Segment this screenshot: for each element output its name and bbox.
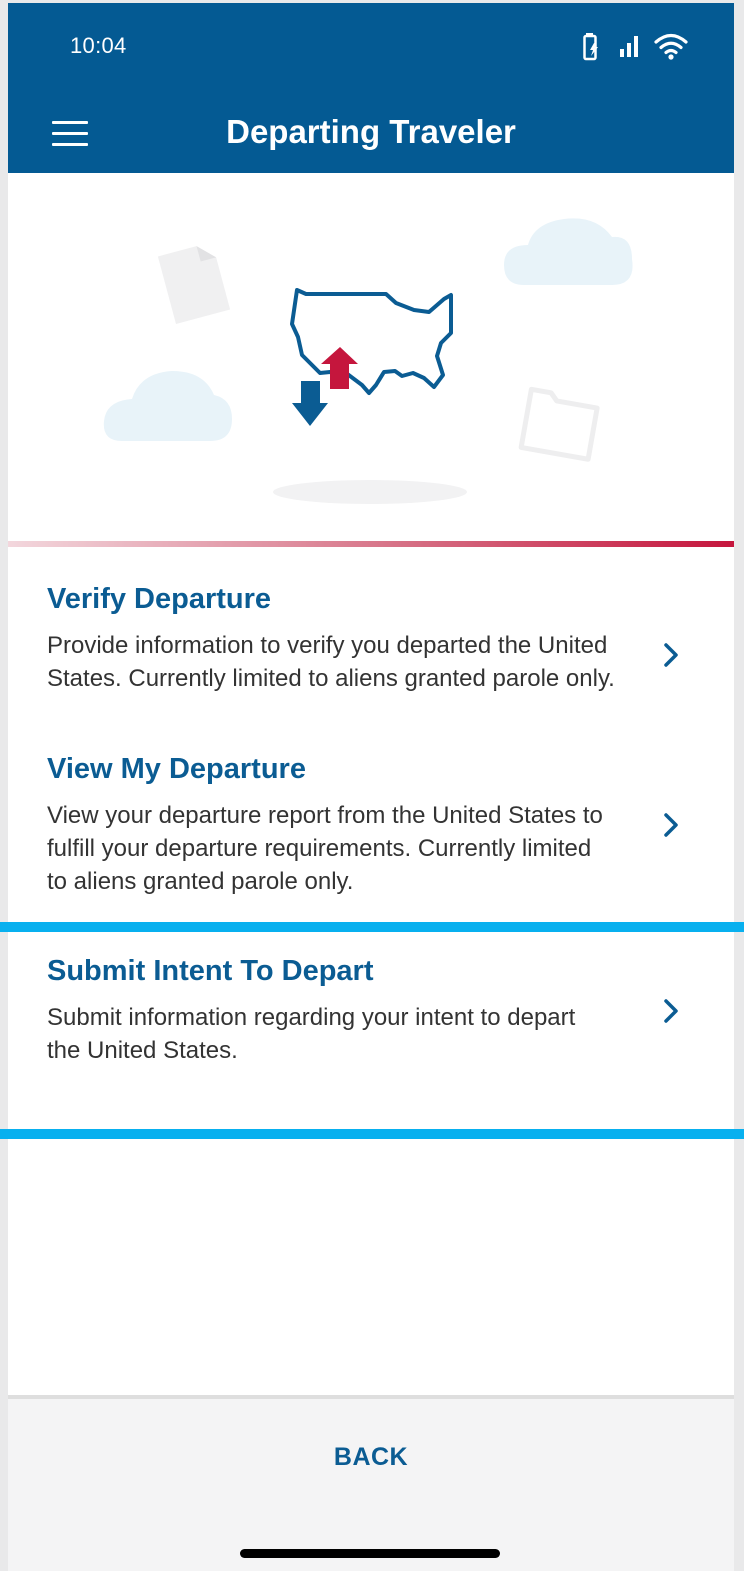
view-my-departure-description: View your departure report from the Unit…: [47, 802, 603, 895]
home-indicator[interactable]: [240, 1549, 500, 1558]
app-bar: Departing Traveler: [8, 91, 734, 173]
hero-illustration: [8, 173, 734, 543]
folder-icon: [518, 386, 600, 462]
app-screen: 10:04 Departing Traveler Verify Departur…: [8, 3, 734, 1571]
highlight-bar-top: [0, 922, 744, 932]
status-bar: 10:04: [8, 3, 734, 91]
submit-intent-description: Submit information regarding your intent…: [47, 1004, 576, 1064]
cloud-icon: [103, 371, 233, 441]
cellular-signal-icon: [620, 36, 638, 57]
back-button[interactable]: BACK: [308, 1435, 434, 1479]
chevron-right-icon: [664, 643, 678, 667]
chevron-right-icon: [664, 999, 678, 1023]
shadow-ellipse: [273, 480, 467, 504]
status-time: 10:04: [70, 33, 127, 58]
battery-charging-icon: [583, 33, 598, 61]
verify-departure-description: Provide information to verify you depart…: [47, 632, 615, 692]
highlight-bar-bottom: [0, 1129, 744, 1139]
view-my-departure-item[interactable]: View My Departure View your departure re…: [8, 751, 734, 901]
footer-bar: BACK: [8, 1399, 734, 1571]
view-my-departure-title: View My Departure: [47, 753, 306, 785]
us-map-icon: [290, 288, 453, 395]
document-icon: [157, 246, 231, 325]
page-title: Departing Traveler: [226, 113, 516, 150]
cloud-icon: [504, 218, 633, 285]
verify-departure-title: Verify Departure: [47, 583, 272, 615]
verify-departure-item[interactable]: Verify Departure Provide information to …: [8, 581, 734, 731]
arrow-down-icon: [292, 381, 328, 426]
chevron-right-icon: [664, 813, 678, 837]
wifi-icon: [654, 33, 688, 60]
submit-intent-item[interactable]: Submit Intent To Depart Submit informati…: [8, 933, 734, 1131]
submit-intent-title: Submit Intent To Depart: [47, 955, 374, 987]
hero-divider: [8, 541, 734, 547]
